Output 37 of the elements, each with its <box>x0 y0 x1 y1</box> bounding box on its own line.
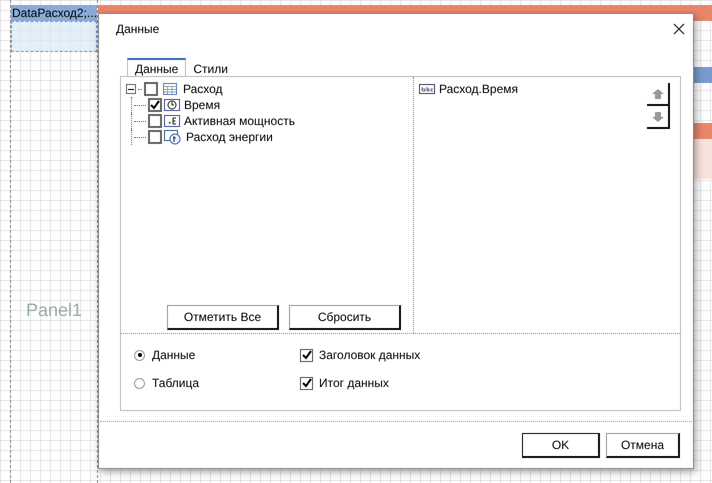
tree-item[interactable]: Расход <box>183 80 223 98</box>
checkbox[interactable] <box>144 82 158 96</box>
checkbox[interactable] <box>148 98 162 112</box>
radio-button[interactable] <box>134 378 145 388</box>
arrow-up-icon <box>652 88 664 98</box>
check-all-button[interactable]: Отметить Все <box>167 305 279 330</box>
tab[interactable]: Стили <box>186 60 235 76</box>
close-icon[interactable] <box>673 23 685 35</box>
collapse-toggle[interactable] <box>126 84 136 94</box>
tree-item[interactable]: Активная мощность <box>184 112 295 130</box>
clock-icon <box>164 99 180 111</box>
ok-button[interactable]: OK <box>522 433 600 458</box>
move-up-button[interactable] <box>647 83 670 106</box>
radio-label: Таблица <box>152 375 200 392</box>
tree-item[interactable]: Время <box>184 96 220 114</box>
text-field-icon <box>419 84 435 94</box>
checkbox[interactable] <box>300 348 313 362</box>
tree-item[interactable]: Расход энергии <box>186 128 273 146</box>
cancel-button[interactable]: Отмена <box>606 433 680 458</box>
checkbox[interactable] <box>148 130 162 144</box>
radio-label: Данные <box>152 347 196 364</box>
reset-button[interactable]: Сбросить <box>289 305 401 330</box>
formula-icon <box>164 130 182 144</box>
checkbox[interactable] <box>300 376 313 390</box>
checkbox-label: Итог данных <box>319 375 389 392</box>
arrow-down-icon <box>652 112 664 122</box>
radio-button[interactable] <box>134 350 145 360</box>
panel-label: Panel1 <box>26 299 82 322</box>
tab[interactable]: Данные <box>127 58 186 76</box>
selected-field[interactable]: Расход.Время <box>439 80 518 98</box>
checkbox[interactable] <box>148 114 162 128</box>
band-header: DataРасход2;... <box>11 5 97 21</box>
window-title: Данные <box>116 21 160 38</box>
checkbox-label: Заголовок данных <box>319 347 420 364</box>
table-icon <box>163 83 177 95</box>
move-down-button[interactable] <box>647 106 670 129</box>
number-field-icon <box>164 115 180 127</box>
